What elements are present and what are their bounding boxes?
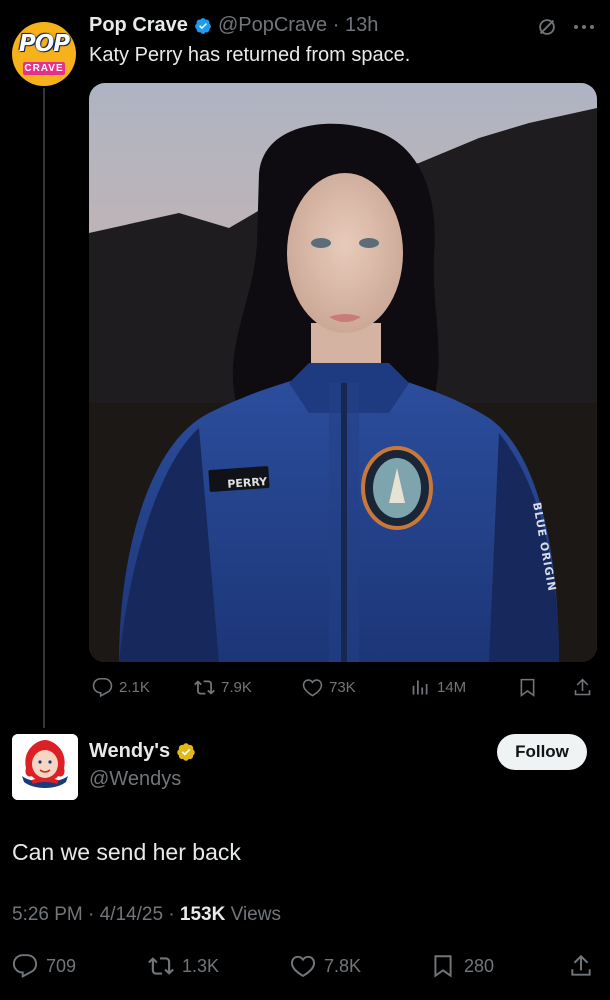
wendys-logo bbox=[12, 734, 78, 800]
views-action[interactable]: 14M bbox=[410, 676, 466, 698]
views-label: Views bbox=[225, 904, 281, 925]
timestamp[interactable]: 5:26 PM · 4/14/25 · bbox=[12, 904, 180, 925]
repost-count: 1.3K bbox=[182, 955, 220, 976]
avatar-logo-text-crave: CRAVE bbox=[23, 62, 65, 75]
bookmark-action[interactable] bbox=[517, 676, 538, 698]
views-total: 153K bbox=[179, 904, 226, 925]
grok-icon[interactable] bbox=[536, 16, 558, 38]
bookmark-icon bbox=[520, 678, 535, 697]
share-action-bottom[interactable] bbox=[568, 952, 594, 980]
verified-badge-icon bbox=[194, 17, 212, 35]
repost-action-bottom[interactable]: 1.3K bbox=[148, 952, 219, 980]
reply-handle[interactable]: @Wendys bbox=[89, 768, 181, 791]
bookmark-count: 280 bbox=[464, 955, 495, 976]
reply-display-name[interactable]: Wendy's bbox=[89, 740, 170, 763]
repost-action[interactable]: 7.9K bbox=[194, 676, 252, 698]
tweet-photo[interactable]: PERRY BLUE ORIGIN bbox=[89, 83, 597, 662]
like-count: 7.8K bbox=[324, 955, 362, 976]
like-action[interactable]: 73K bbox=[302, 676, 356, 698]
like-action-bottom[interactable]: 7.8K bbox=[290, 952, 361, 980]
repost-icon bbox=[194, 679, 215, 695]
more-options-icon[interactable] bbox=[572, 18, 596, 36]
tweet-text: Katy Perry has returned from space. bbox=[89, 44, 411, 66]
share-icon bbox=[571, 954, 591, 976]
heart-icon bbox=[290, 955, 316, 978]
bookmark-action-bottom[interactable]: 280 bbox=[430, 952, 494, 980]
photo-illustration: PERRY BLUE ORIGIN bbox=[89, 83, 597, 662]
tweet-header: Pop Crave @PopCrave · 13h bbox=[89, 14, 378, 37]
heart-icon bbox=[302, 678, 323, 696]
wendys-avatar[interactable] bbox=[12, 734, 78, 800]
popcrave-avatar[interactable]: POP CRAVE bbox=[12, 22, 76, 86]
reply-icon bbox=[92, 677, 113, 697]
thread-connector-line bbox=[43, 88, 45, 728]
handle-and-time[interactable]: @PopCrave · 13h bbox=[218, 14, 378, 37]
repost-icon bbox=[148, 957, 174, 975]
reply-icon bbox=[12, 954, 38, 979]
follow-button[interactable]: Follow bbox=[497, 734, 587, 770]
reply-count: 709 bbox=[46, 955, 77, 976]
bookmark-icon bbox=[434, 955, 452, 978]
verified-gold-badge-icon bbox=[176, 742, 196, 762]
share-action[interactable] bbox=[572, 676, 593, 698]
views-count: 14M bbox=[437, 678, 467, 696]
share-icon bbox=[574, 678, 591, 695]
reply-meta: 5:26 PM · 4/14/25 · 153K Views bbox=[12, 904, 281, 926]
avatar-logo-text-pop: POP bbox=[18, 31, 70, 57]
reply-action[interactable]: 2.1K bbox=[92, 676, 150, 698]
display-name[interactable]: Pop Crave bbox=[89, 14, 188, 37]
reply-action-bottom[interactable]: 709 bbox=[12, 952, 76, 980]
reply-count: 2.1K bbox=[119, 678, 150, 696]
like-count: 73K bbox=[329, 678, 356, 696]
reply-tweet-text: Can we send her back bbox=[12, 839, 241, 865]
reply-header: Wendy's bbox=[89, 740, 196, 763]
views-chart-icon bbox=[412, 680, 428, 694]
repost-count: 7.9K bbox=[221, 678, 252, 696]
